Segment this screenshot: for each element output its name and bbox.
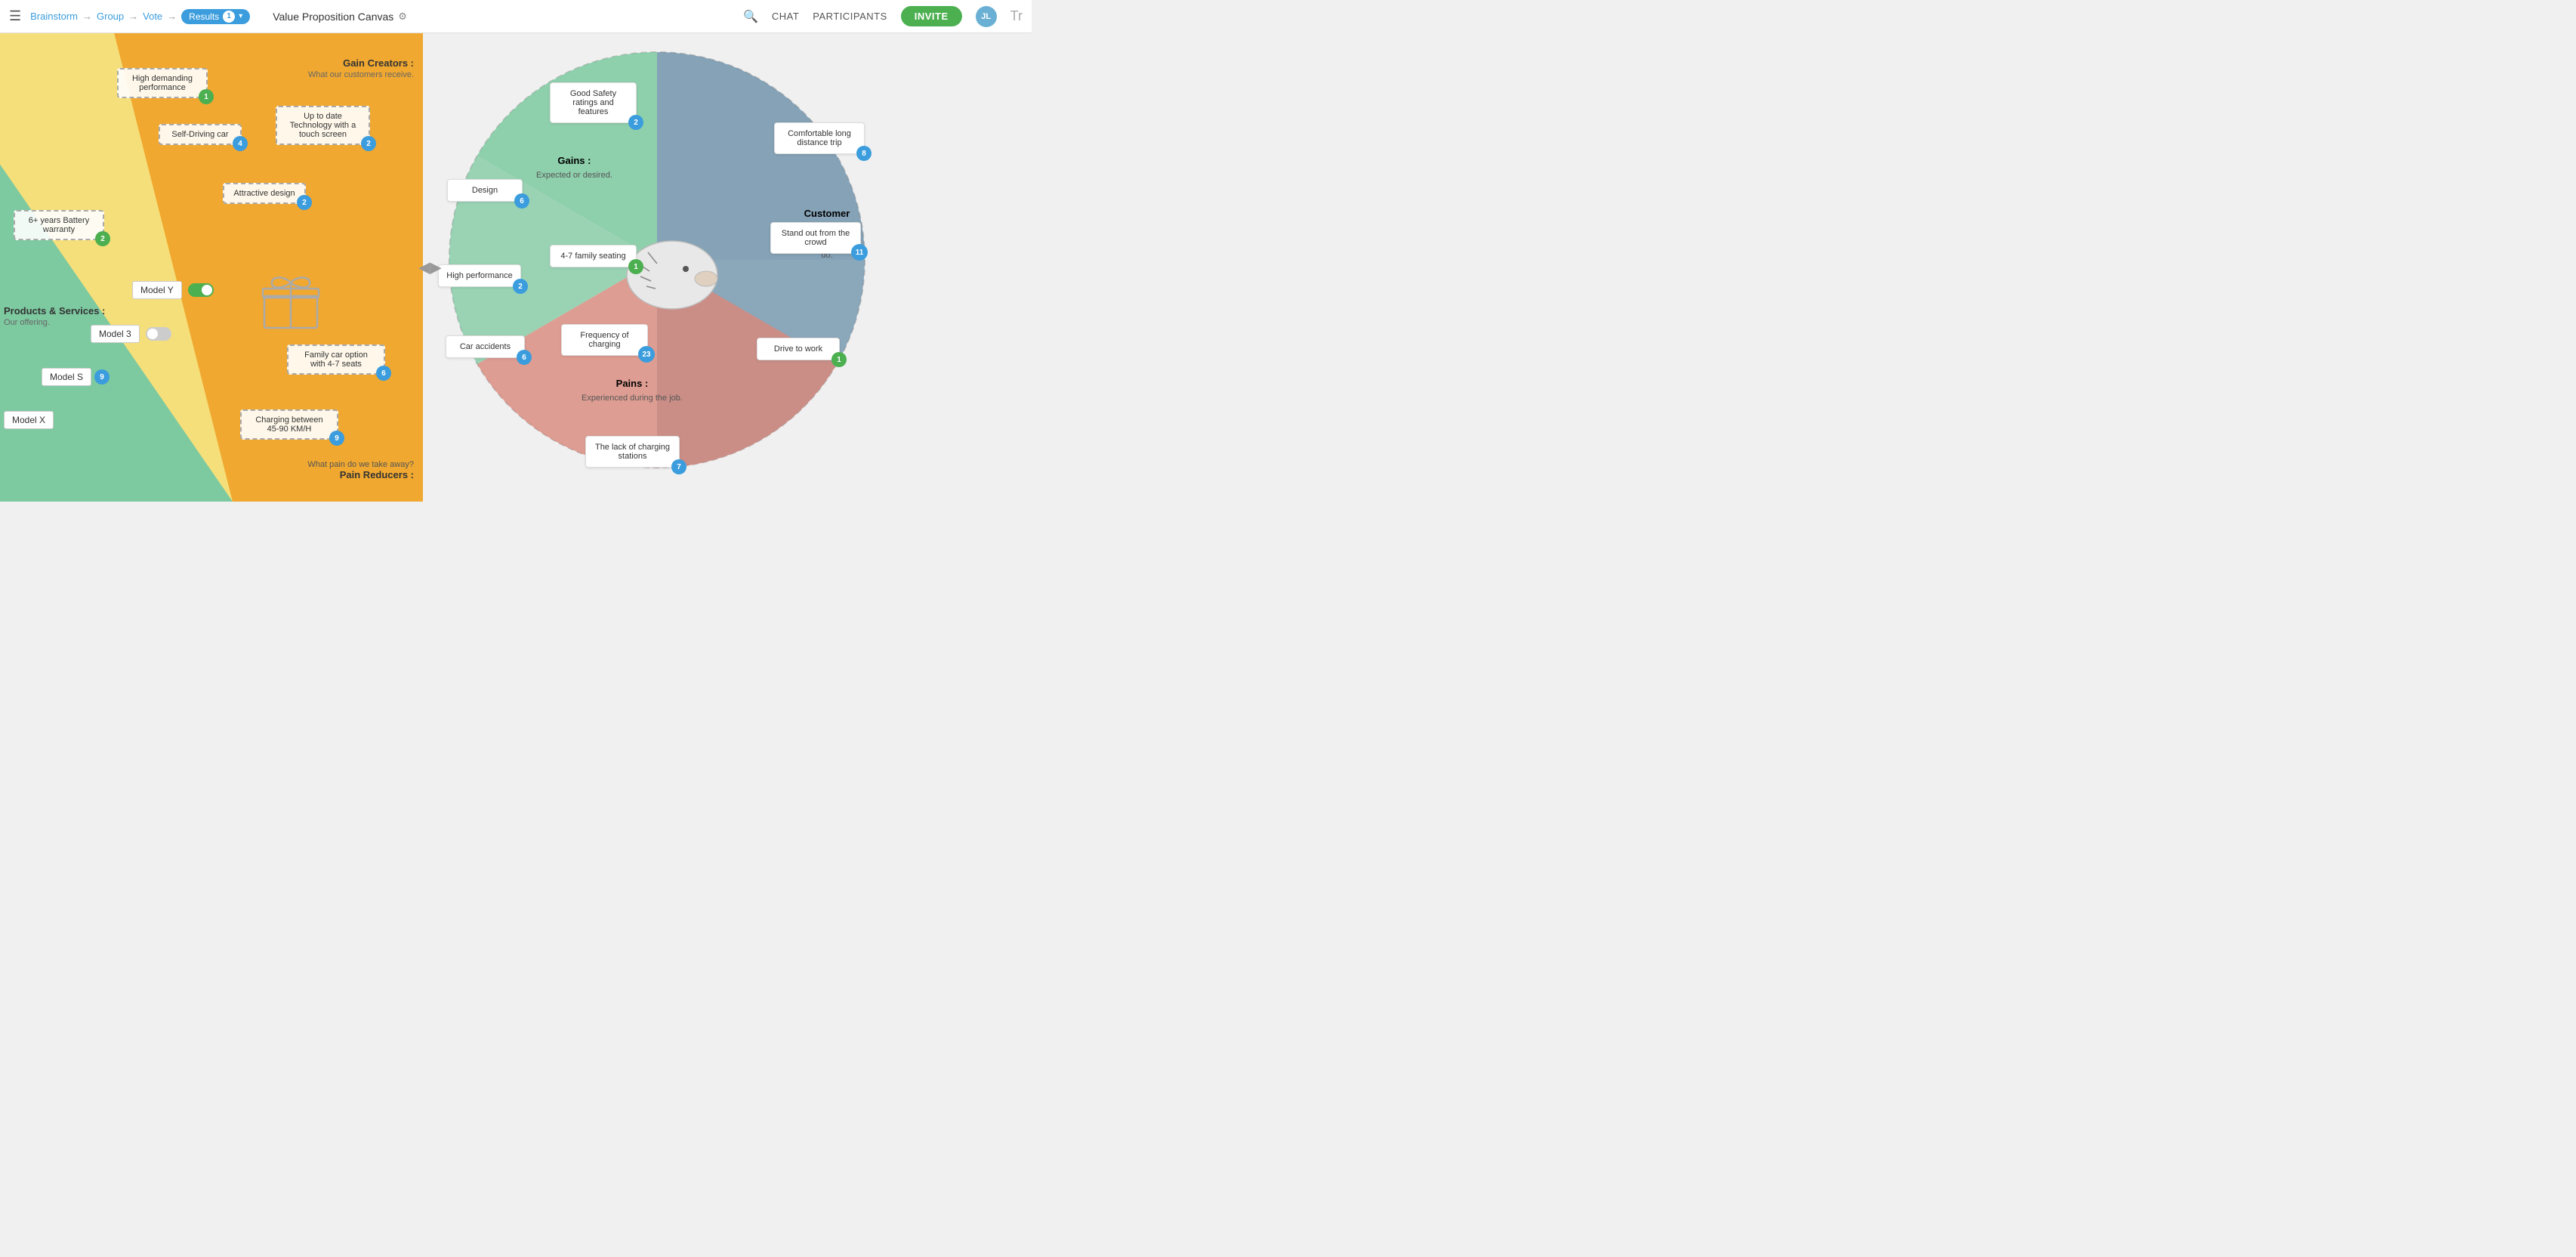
vote-badge-attractive-design: 2 bbox=[297, 195, 312, 210]
products-services-label: Products & Services : Our offering. bbox=[4, 305, 105, 327]
left-panel: Gain Creators : What our customers recei… bbox=[0, 33, 423, 502]
pain-reducers-label: What pain do we take away? Pain Reducers… bbox=[307, 459, 414, 480]
caret-icon: ▾ bbox=[239, 12, 242, 20]
card-car-accidents[interactable]: Car accidents 6 bbox=[446, 335, 525, 358]
vote-badge-model-s: 9 bbox=[94, 369, 110, 385]
card-up-to-date[interactable]: Up to date Technology with a touch scree… bbox=[276, 106, 370, 145]
vote-badge-design: 6 bbox=[514, 193, 529, 208]
breadcrumb-group[interactable]: Group bbox=[97, 11, 124, 22]
vote-badge-up-to-date: 2 bbox=[361, 136, 376, 151]
navbar: ☰ Brainstorm → Group → Vote → Results 1 … bbox=[0, 0, 1032, 33]
model-3-box: Model 3 bbox=[91, 325, 140, 343]
search-icon[interactable]: 🔍 bbox=[743, 9, 758, 24]
model-s-box: Model S bbox=[42, 368, 91, 386]
card-attractive-design[interactable]: Attractive design 2 bbox=[223, 183, 306, 204]
breadcrumb-results-pill[interactable]: Results 1 ▾ bbox=[181, 9, 250, 24]
breadcrumb-vote[interactable]: Vote bbox=[143, 11, 162, 22]
gift-icon bbox=[257, 267, 325, 346]
card-drive-to-work[interactable]: Drive to work 1 bbox=[757, 338, 840, 360]
breadcrumb-results-label: Results bbox=[189, 11, 219, 22]
vote-badge-self-driving: 4 bbox=[233, 136, 248, 151]
vote-badge-stand-out: 11 bbox=[851, 244, 868, 261]
vote-badge-family-car: 6 bbox=[376, 366, 391, 381]
card-charging-speed[interactable]: Charging between 45-90 KM/H 9 bbox=[240, 409, 338, 440]
vote-badge-lack-charging: 7 bbox=[671, 459, 686, 474]
model-y-item[interactable]: Model Y bbox=[132, 281, 214, 299]
vote-badge-good-safety: 2 bbox=[628, 115, 643, 130]
breadcrumb-arrow-3: → bbox=[167, 11, 177, 22]
vote-badge-car-accidents: 6 bbox=[517, 350, 532, 365]
gain-creators-label: Gain Creators : What our customers recei… bbox=[308, 57, 414, 79]
card-lack-charging[interactable]: The lack of charging stations 7 bbox=[585, 436, 680, 468]
menu-icon[interactable]: ☰ bbox=[9, 8, 21, 24]
card-battery-warranty[interactable]: 6+ years Battery warranty 2 bbox=[14, 210, 104, 240]
participants-button[interactable]: PARTICIPANTS bbox=[813, 11, 887, 22]
settings-icon[interactable]: ⚙ bbox=[398, 11, 407, 23]
card-family-seating[interactable]: 4-7 family seating 1 bbox=[550, 245, 637, 267]
vote-badge-drive-to-work: 1 bbox=[831, 352, 847, 367]
tr-icon: Tr bbox=[1010, 8, 1023, 24]
breadcrumb-arrow-2: → bbox=[128, 11, 138, 22]
breadcrumb-brainstorm[interactable]: Brainstorm bbox=[30, 11, 78, 22]
nav-right: 🔍 CHAT PARTICIPANTS INVITE JL Tr bbox=[743, 6, 1023, 27]
vote-badge-high-performance: 2 bbox=[513, 279, 528, 294]
card-stand-out[interactable]: Stand out from the crowd 11 bbox=[770, 222, 861, 254]
model-s-item[interactable]: Model S 9 bbox=[42, 368, 110, 386]
card-good-safety[interactable]: Good Safety ratings and features 2 bbox=[550, 82, 637, 123]
chat-button[interactable]: CHAT bbox=[772, 11, 799, 22]
vote-badge-family-seating: 1 bbox=[628, 259, 643, 274]
vote-badge-high-demanding: 1 bbox=[199, 89, 214, 104]
card-family-car[interactable]: Family car option with 4-7 seats 6 bbox=[287, 344, 385, 375]
vote-badge-frequency-charging: 23 bbox=[638, 346, 655, 363]
model-x-box: Model X bbox=[4, 411, 54, 429]
card-comfortable-trip[interactable]: Comfortable long distance trip 8 bbox=[774, 122, 865, 154]
vote-badge-charging-speed: 9 bbox=[329, 431, 344, 446]
model-y-box: Model Y bbox=[132, 281, 182, 299]
model-x-item[interactable]: Model X bbox=[4, 411, 54, 429]
card-high-demanding[interactable]: High demanding performance 1 bbox=[117, 68, 208, 98]
card-self-driving[interactable]: Self-Driving car 4 bbox=[159, 124, 242, 145]
vote-badge-battery-warranty: 2 bbox=[95, 231, 110, 246]
center-arrows: ◀▶ bbox=[418, 258, 442, 277]
canvas-area: Gain Creators : What our customers recei… bbox=[0, 33, 1032, 502]
canvas-title-text: Value Proposition Canvas bbox=[273, 11, 393, 23]
results-count-badge: 1 bbox=[223, 11, 235, 23]
gains-section-label: Gains : Expected or desired. bbox=[536, 154, 612, 181]
model-3-item[interactable]: Model 3 bbox=[91, 325, 171, 343]
breadcrumb: Brainstorm → Group → Vote → Results 1 ▾ bbox=[30, 9, 250, 24]
model-3-toggle[interactable] bbox=[146, 327, 171, 341]
card-design[interactable]: Design 6 bbox=[447, 179, 523, 202]
model-y-toggle[interactable] bbox=[188, 283, 214, 297]
invite-button[interactable]: INVITE bbox=[901, 6, 962, 26]
breadcrumb-arrow-1: → bbox=[82, 11, 92, 22]
pains-section-label: Pains : Experienced during the job. bbox=[582, 377, 683, 404]
circle-container: Gains : Expected or desired. Pains : Exp… bbox=[438, 41, 876, 479]
avatar[interactable]: JL bbox=[976, 6, 997, 27]
card-high-performance[interactable]: High performance 2 bbox=[438, 264, 521, 287]
vote-badge-comfortable-trip: 8 bbox=[856, 146, 872, 161]
card-frequency-charging[interactable]: Frequency of charging 23 bbox=[561, 324, 648, 356]
canvas-title: Value Proposition Canvas ⚙ bbox=[273, 11, 407, 23]
right-panel: Gains : Expected or desired. Pains : Exp… bbox=[423, 33, 1032, 502]
